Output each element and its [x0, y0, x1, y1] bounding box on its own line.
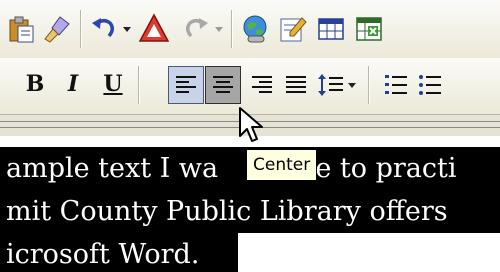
undo-icon[interactable]: [88, 12, 120, 46]
hyperlink-icon[interactable]: [238, 12, 272, 46]
toolbar-separator: [138, 66, 139, 104]
insert-shape-icon[interactable]: [136, 10, 174, 48]
align-left-button[interactable]: [168, 66, 204, 104]
toolbar-separator: [231, 10, 232, 48]
align-center-button[interactable]: [205, 66, 241, 104]
document-line-3-text: icrosoft Word.: [6, 239, 200, 270]
format-painter-icon[interactable]: [40, 12, 74, 46]
insert-spreadsheet-icon[interactable]: [352, 12, 386, 46]
align-right-icon: [252, 76, 272, 93]
bold-button[interactable]: B: [20, 64, 50, 104]
redo-icon[interactable]: [180, 12, 212, 46]
line-spacing-button[interactable]: [316, 66, 346, 104]
document-line-2-text: mit County Public Library offers: [6, 196, 448, 227]
document-line-2[interactable]: mit County Public Library offers: [0, 190, 500, 233]
bulleted-list-icon: [419, 75, 441, 95]
word-processor-window: B I U ample text I wa use to practi mit …: [0, 0, 500, 272]
redo-dropdown-icon[interactable]: [213, 22, 225, 36]
line-spacing-icon: [318, 74, 343, 96]
align-left-icon: [176, 76, 196, 93]
justify-icon: [286, 76, 306, 93]
document-line-3[interactable]: icrosoft Word.: [0, 233, 238, 272]
drawing-tools-icon[interactable]: [276, 12, 310, 46]
toolbar-separator: [368, 66, 369, 104]
numbering-button[interactable]: [378, 66, 414, 104]
numbered-list-icon: [385, 75, 407, 94]
insert-table-icon[interactable]: [314, 12, 348, 46]
line-spacing-dropdown-icon[interactable]: [346, 79, 358, 91]
bullets-button[interactable]: [416, 66, 444, 104]
toolbar-separator: [80, 10, 81, 48]
justify-button[interactable]: [278, 66, 314, 104]
align-right-button[interactable]: [244, 66, 280, 104]
document-line-1-start: ample text I wa: [6, 153, 219, 184]
align-center-icon: [213, 76, 233, 93]
undo-dropdown-icon[interactable]: [121, 22, 133, 36]
italic-button[interactable]: I: [58, 64, 88, 104]
underline-button[interactable]: U: [98, 64, 128, 104]
standard-toolbar: [0, 0, 500, 58]
mouse-pointer-icon: [239, 107, 263, 142]
paste-icon[interactable]: [4, 12, 38, 46]
center-tooltip: Center: [246, 149, 318, 181]
